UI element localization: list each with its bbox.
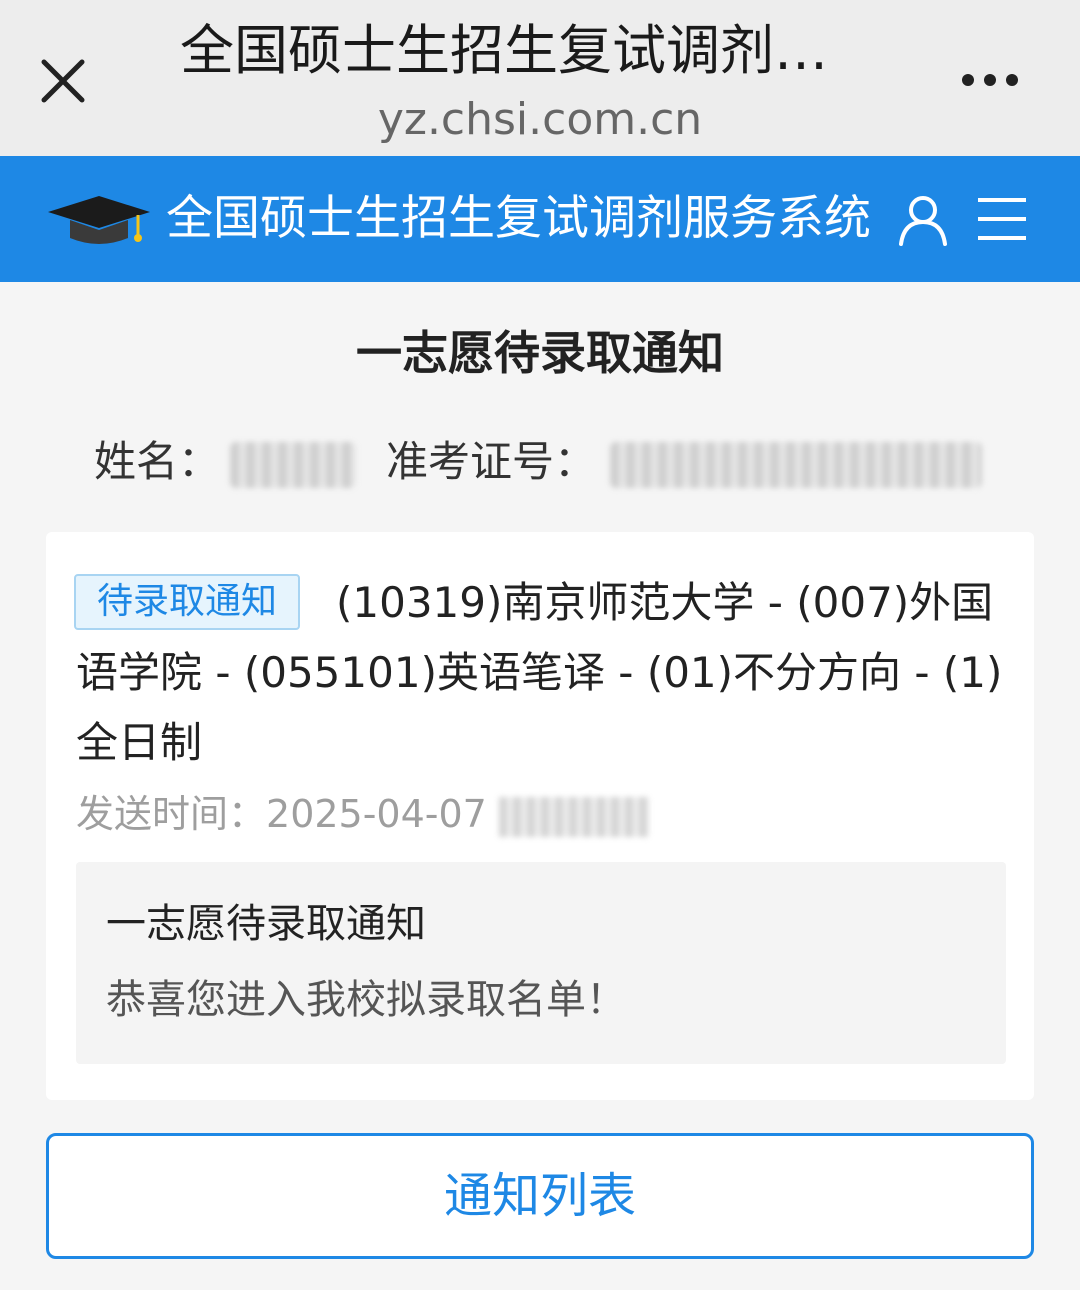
message-box: 一志愿待录取通知 恭喜您进入我校拟录取名单！ — [76, 862, 1006, 1064]
name-label: 姓名： — [94, 437, 221, 486]
exam-number-label: 准考证号： — [386, 437, 597, 486]
sent-time-label: 发送时间： — [76, 792, 267, 836]
browser-page-title: 全国硕士生招生复试调剂… — [180, 19, 828, 82]
page-title: 一志愿待录取通知 — [356, 326, 724, 380]
exam-number-redacted — [610, 441, 983, 488]
user-icon[interactable] — [896, 194, 950, 246]
site-title: 全国硕士生招生复试调剂服务系统 — [166, 191, 871, 246]
graduation-cap-icon — [46, 192, 152, 252]
site-header: 全国硕士生招生复试调剂服务系统 — [0, 156, 1080, 282]
hamburger-menu-icon[interactable] — [976, 196, 1028, 242]
message-body: 恭喜您进入我校拟录取名单！ — [106, 977, 626, 1023]
sent-time: 发送时间：2025-04-07 — [76, 784, 649, 844]
message-title: 一志愿待录取通知 — [106, 901, 426, 947]
notice-list-button[interactable]: 通知列表 — [46, 1133, 1034, 1259]
candidate-info-row: 姓名： 准考证号： — [94, 432, 983, 492]
sent-time-redacted — [498, 796, 649, 837]
name-redacted — [230, 441, 357, 488]
browser-top-bar: 全国硕士生招生复试调剂… yz.chsi.com.cn — [0, 0, 1080, 156]
status-badge: 待录取通知 — [74, 574, 300, 630]
more-dots-icon[interactable] — [950, 60, 1030, 100]
browser-domain: yz.chsi.com.cn — [377, 94, 703, 145]
notice-card: (10319)南京师范大学 - (007)外国语学院 - (055101)英语笔… — [46, 532, 1034, 1100]
sent-date: 2025-04-07 — [266, 792, 487, 836]
